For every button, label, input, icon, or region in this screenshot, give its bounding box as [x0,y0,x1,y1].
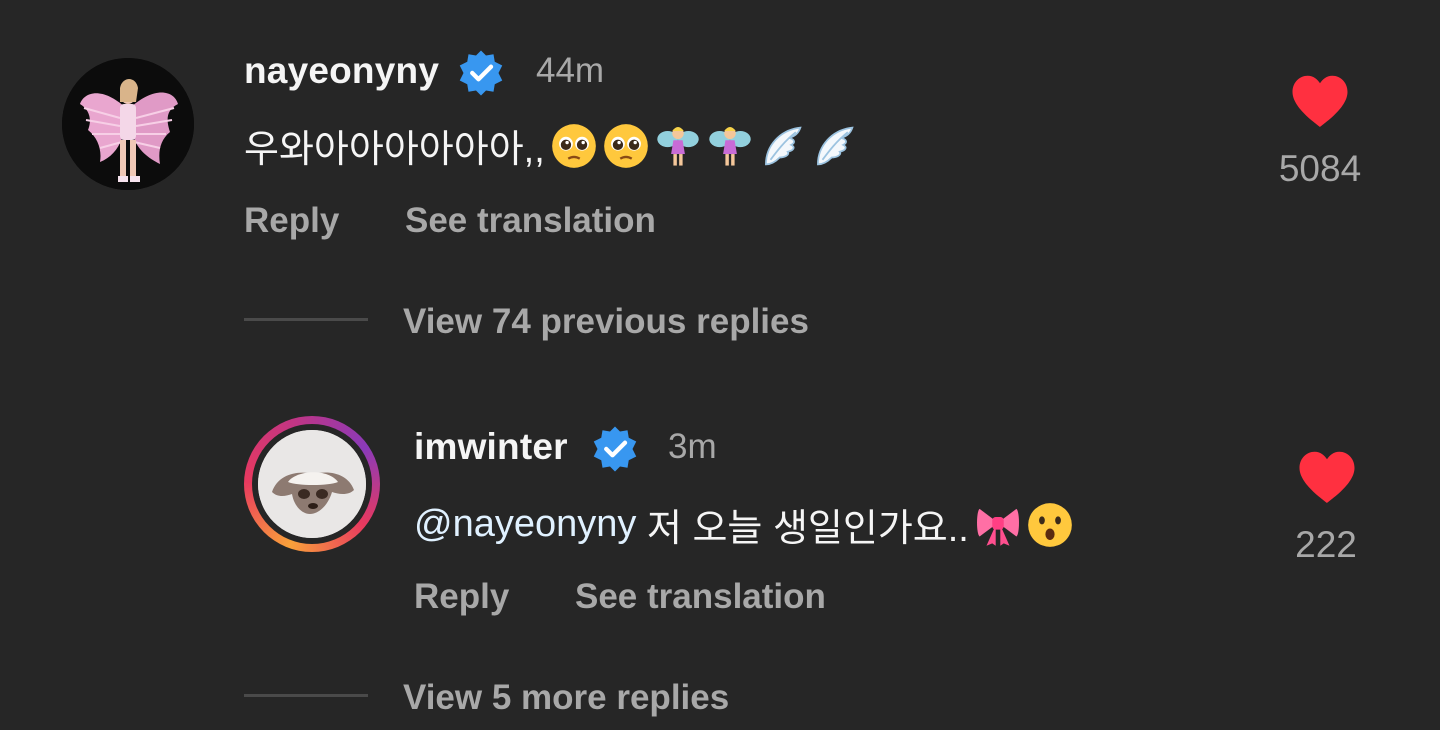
avatar[interactable] [258,430,366,538]
hushed-face-emoji-icon [1028,502,1072,547]
thread-divider [244,694,368,697]
reply-button[interactable]: Reply [244,201,339,241]
story-ring[interactable] [244,416,380,552]
like-heart-icon[interactable] [1297,450,1357,506]
verified-badge-icon [593,426,637,472]
avatar[interactable] [62,58,194,190]
verified-badge-icon [459,50,503,96]
like-count: 222 [1295,524,1357,565]
fairy-emoji-icon [657,126,699,166]
wing-emoji-icon [764,126,802,165]
comment-thread: nayeonyny 44m 우와아아아아아아,, Reply See trans… [0,0,1440,730]
like-heart-icon[interactable] [1290,74,1350,130]
avatar-image [258,430,366,538]
reply-username[interactable]: imwinter [414,426,568,468]
view-previous-replies-button[interactable]: View 74 previous replies [403,302,809,342]
pleading-face-emoji-icon [603,123,648,168]
wing-emoji-icon [816,126,854,165]
pleading-face-emoji-icon [551,123,596,168]
reply-timestamp: 3m [668,427,717,466]
reply-body: 저 오늘 생일인가요.. [636,508,969,550]
reply-text: @nayeonyny 저 오늘 생일인가요.. [414,497,1073,552]
view-more-replies-button[interactable]: View 5 more replies [403,678,729,718]
comment-text: 우와아아아아아아,, [244,118,857,173]
mention-link[interactable]: @nayeonyny [414,503,636,546]
avatar-image [62,58,194,190]
reply-button[interactable]: Reply [414,577,509,617]
comment-body: 우와아아아아아아,, [244,129,545,171]
see-translation-button[interactable]: See translation [405,201,656,241]
thread-divider [244,318,368,321]
comment-timestamp: 44m [536,51,605,90]
fairy-emoji-icon [709,126,751,166]
like-count: 5084 [1278,148,1362,189]
comment-username[interactable]: nayeonyny [244,50,439,92]
ribbon-emoji-icon [976,508,1019,546]
see-translation-button[interactable]: See translation [575,577,826,617]
